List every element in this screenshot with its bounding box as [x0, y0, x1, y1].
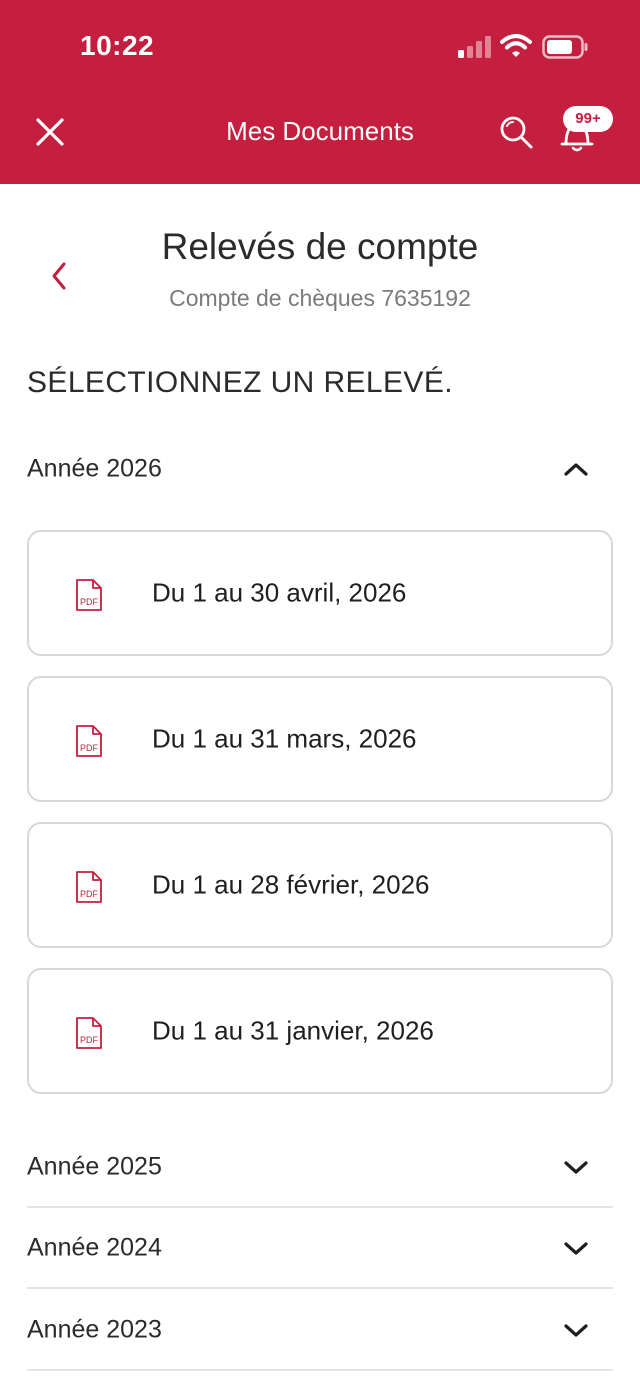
svg-text:PDF: PDF	[80, 743, 99, 753]
pdf-file-icon: PDF	[76, 871, 102, 903]
close-button[interactable]	[30, 112, 70, 152]
account-subtitle: Compte de chèques 7635192	[169, 285, 471, 311]
svg-text:PDF: PDF	[80, 597, 99, 607]
close-icon	[36, 118, 64, 146]
statement-label: Du 1 au 28 février, 2026	[152, 869, 430, 900]
battery-icon	[542, 35, 588, 59]
chevron-up-icon	[564, 463, 588, 476]
app-header: 10:22 Mes Documents 99+	[0, 0, 640, 184]
statement-label: Du 1 au 31 mars, 2026	[152, 723, 417, 754]
status-time: 10:22	[80, 30, 155, 61]
statement-item[interactable]: PDF Du 1 au 31 janvier, 2026	[27, 968, 613, 1094]
wifi-icon	[500, 34, 532, 57]
pdf-file-icon: PDF	[76, 1017, 102, 1049]
section-title: SÉLECTIONNEZ UN RELEVÉ.	[27, 366, 453, 399]
statement-item[interactable]: PDF Du 1 au 30 avril, 2026	[27, 530, 613, 656]
pdf-file-icon: PDF	[76, 725, 102, 757]
chevron-down-icon	[564, 1324, 588, 1337]
chevron-down-icon	[564, 1161, 588, 1174]
pdf-file-icon: PDF	[76, 579, 102, 611]
search-icon	[500, 116, 533, 149]
svg-text:PDF: PDF	[80, 1035, 99, 1045]
statement-label: Du 1 au 30 avril, 2026	[152, 577, 407, 608]
statement-label: Du 1 au 31 janvier, 2026	[152, 1015, 434, 1046]
year-label: Année 2026	[27, 454, 162, 483]
year-header-2023[interactable]: Année 2023	[27, 1291, 613, 1371]
chevron-down-icon	[564, 1242, 588, 1255]
notification-badge: 99+	[563, 106, 613, 132]
year-label: Année 2024	[27, 1233, 162, 1262]
svg-text:PDF: PDF	[80, 889, 99, 899]
year-label: Année 2023	[27, 1315, 162, 1344]
header-title: Mes Documents	[226, 116, 414, 146]
year-header-2025[interactable]: Année 2025	[27, 1128, 613, 1208]
year-header-2026[interactable]: Année 2026	[27, 429, 613, 509]
year-label: Année 2025	[27, 1152, 162, 1181]
page-title: Relevés de compte	[161, 226, 479, 267]
statement-item[interactable]: PDF Du 1 au 31 mars, 2026	[27, 676, 613, 802]
search-button[interactable]	[496, 112, 536, 152]
year-header-2024[interactable]: Année 2024	[27, 1209, 613, 1289]
statement-item[interactable]: PDF Du 1 au 28 février, 2026	[27, 822, 613, 948]
cellular-signal-icon	[458, 36, 491, 58]
